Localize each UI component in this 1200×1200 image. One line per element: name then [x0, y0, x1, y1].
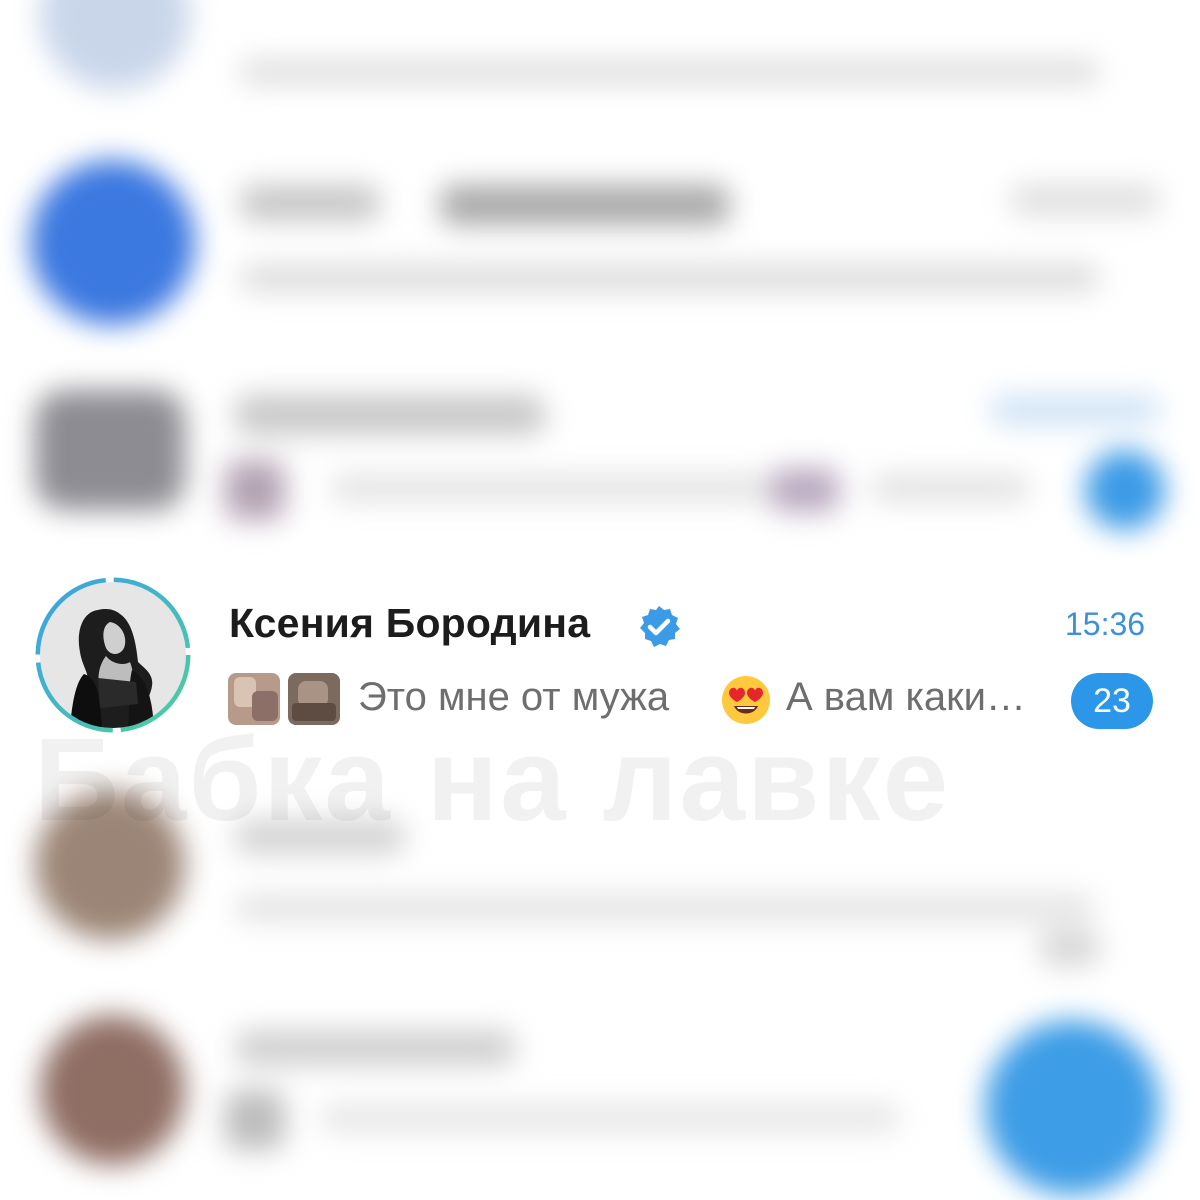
message-time: 15:36: [1065, 606, 1146, 642]
blurred-text: [240, 265, 1100, 291]
blurred-chat-row-5: [0, 1000, 1200, 1200]
blurred-text: [235, 1030, 515, 1066]
blurred-avatar: [40, 0, 190, 90]
blurred-text: [770, 468, 840, 512]
verified-badge-icon: [640, 606, 680, 647]
blurred-text: [870, 475, 1030, 501]
contact-name: Ксения Бородина: [229, 600, 591, 646]
blurred-text: [320, 1105, 900, 1131]
unread-count-badge: 23: [1071, 673, 1153, 729]
blurred-badge: [1085, 450, 1165, 530]
blurred-avatar: [35, 390, 185, 510]
blurred-text: [1010, 185, 1160, 215]
blurred-text: [440, 185, 730, 225]
blurred-text: [330, 475, 770, 501]
blurred-chat-row-1: [0, 0, 1200, 120]
blurred-text: [235, 895, 1095, 921]
avatar-photo: [40, 582, 186, 728]
blurred-text: [240, 60, 1100, 84]
blurred-text: [235, 395, 545, 435]
blurred-text: [990, 395, 1160, 425]
blurred-avatar: [30, 160, 195, 325]
blurred-fab-button[interactable]: [985, 1020, 1160, 1195]
blurred-text: [240, 185, 380, 221]
blurred-chat-row-2: [0, 140, 1200, 340]
blurred-text: [1040, 930, 1100, 966]
blurred-text: [225, 460, 285, 520]
blurred-text: [225, 1090, 285, 1150]
watermark-text: Бабка на лавке: [34, 714, 951, 846]
blurred-chat-row-3: [0, 370, 1200, 550]
blurred-avatar: [40, 1015, 185, 1165]
avatar[interactable]: [40, 582, 186, 728]
